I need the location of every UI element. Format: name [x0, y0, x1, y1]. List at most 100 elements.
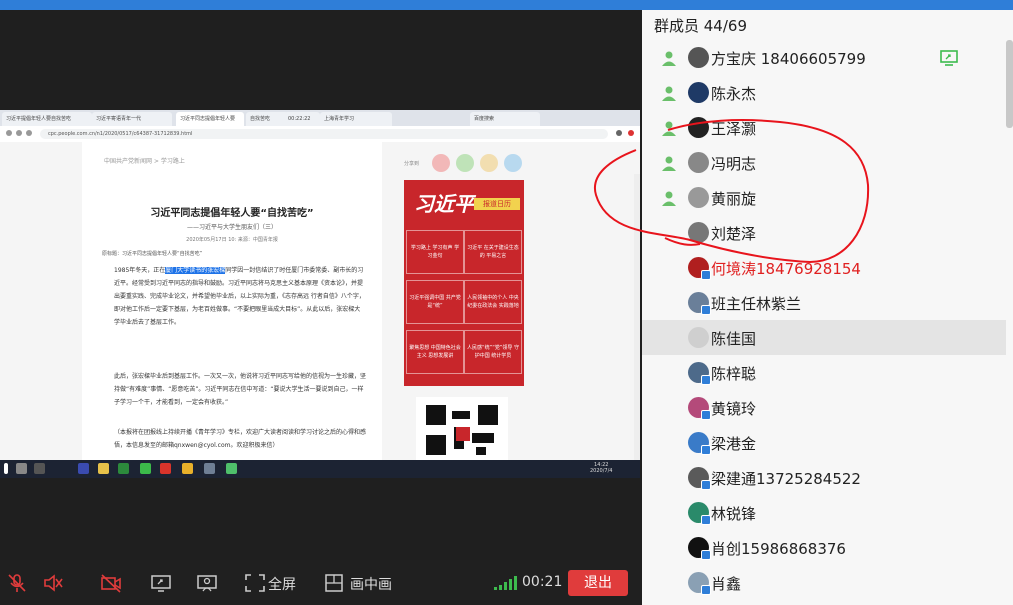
browser-tab[interactable]: 习近平提倡年轻人要自找苦吃 [2, 112, 92, 126]
para-text: 同学因一封信结识了时任厦门市委常委、副市长的习近平。经常受到习近平同志的指导和鼓… [114, 267, 365, 326]
member-row[interactable]: 肖鑫 [642, 565, 1006, 600]
member-count-title: 群成员 44/69 [654, 17, 747, 35]
banner-tag: 报道日历 [474, 198, 520, 210]
article-paragraph: （本报将在团报线上持续开播《青年学习》专栏，欢迎广大读者阅读和学习讨论之后的心得… [114, 429, 366, 449]
article-subtitle: ——习近平与大学生朋友们（三） [186, 224, 277, 231]
member-name: 黄丽旋 [711, 190, 757, 208]
feature-banner[interactable]: 习近平 报道日历 学习路上 学习有声 学习金句 习近平 在关于建设生态的 平易之… [404, 180, 524, 386]
wechat-icon[interactable] [456, 154, 474, 172]
member-row[interactable]: 梁建通13725284522 [642, 460, 1006, 495]
member-row[interactable]: 冯明志 [642, 145, 1006, 180]
member-name: 黄镜玲 [711, 400, 757, 418]
account-icon[interactable] [616, 130, 622, 136]
forward-icon[interactable] [16, 130, 22, 136]
exit-button[interactable]: 退出 [568, 570, 628, 596]
avatar [688, 47, 709, 68]
taskbar-clock: 14:22 2020/7/4 [590, 462, 613, 474]
banner-link[interactable]: 习近平 在关于建设生态的 平易之言 [464, 230, 522, 274]
meeting-timer: 00:21 [522, 574, 563, 590]
banner-link[interactable]: 人民领袖中的个人 中央纪委在政法会 实践落地 [464, 280, 522, 324]
speaker-muted-icon[interactable] [42, 573, 64, 593]
share-icon[interactable] [504, 154, 522, 172]
article-meta: 2020年05月17日 10: 来源：中国青年报 [186, 237, 278, 243]
browser-tab-active[interactable]: 习近平同志提倡年轻人要 [176, 112, 244, 126]
member-person-icon [662, 86, 676, 101]
avatar [688, 82, 709, 103]
banner-link[interactable]: 学习路上 学习有声 学习金句 [406, 230, 464, 274]
search-icon [16, 463, 27, 474]
url-field[interactable]: cpc.people.com.cn/n1/2020/0517/c64387-31… [40, 129, 608, 139]
web-page: 中国共产党新闻网 > 学习路上 习近平同志提倡年轻人要“自找苦吃” ——习近平与… [0, 142, 640, 478]
weibo-icon[interactable] [432, 154, 450, 172]
device-badge-icon [701, 515, 711, 525]
member-name: 方宝庆 18406605799 [711, 50, 866, 68]
camera-off-icon[interactable] [100, 573, 122, 593]
browser-tab[interactable]: 百度搜索 [470, 112, 540, 126]
fullscreen-icon[interactable] [244, 573, 266, 593]
browser-tab[interactable]: 上海青年学习 [320, 112, 392, 126]
app-icon [204, 463, 215, 474]
member-row[interactable]: 林锐锋 [642, 495, 1006, 530]
avatar [688, 152, 709, 173]
app-icon [226, 463, 237, 474]
banner-title: 习近平 [414, 192, 474, 216]
browser-tab-strip: 习近平提倡年轻人要自找苦吃 习近平寄语青年一代 习近平同志提倡年轻人要 自找苦吃… [0, 110, 640, 126]
member-row[interactable]: 刘楚泽 [642, 215, 1006, 250]
member-person-icon [662, 191, 676, 206]
extension-icon[interactable] [628, 130, 634, 136]
device-badge-icon [701, 550, 711, 560]
browser-tab[interactable]: 习近平寄语青年一代 [92, 112, 172, 126]
fullscreen-button[interactable]: 全屏 [268, 574, 296, 594]
device-badge-icon [701, 445, 711, 455]
presenter-icon[interactable] [196, 573, 218, 593]
member-row[interactable]: 陈永杰 [642, 75, 1006, 110]
member-panel: 群成员 44/69 方宝庆 18406605799 陈永杰王泽灏冯明志黄丽旋刘楚泽… [642, 10, 1013, 605]
sharing-screen-icon[interactable] [940, 50, 958, 66]
member-name: 林锐锋 [711, 505, 757, 523]
reload-icon[interactable] [26, 130, 32, 136]
member-name: 何境涛18476928154 [711, 260, 861, 278]
avatar [688, 117, 709, 138]
picture-in-picture-icon[interactable] [324, 573, 346, 593]
member-row[interactable]: 何境涛18476928154 [642, 250, 1006, 285]
back-icon[interactable] [6, 130, 12, 136]
share-bar: 分享到 [404, 154, 524, 174]
browser-tab[interactable]: 自找苦吃 [246, 112, 288, 126]
device-badge-icon [701, 375, 711, 385]
app-icon [160, 463, 171, 474]
avatar [688, 222, 709, 243]
member-row[interactable]: 黄丽旋 [642, 180, 1006, 215]
member-row[interactable]: 方宝庆 18406605799 [642, 40, 1006, 75]
browser-tab[interactable]: 00:22:22 [284, 112, 320, 126]
picture-in-picture-button[interactable]: 画中画 [350, 574, 392, 594]
qzone-icon[interactable] [480, 154, 498, 172]
member-row[interactable]: 梁港金 [642, 425, 1006, 460]
app-icon [118, 463, 129, 474]
device-badge-icon [701, 305, 711, 315]
browser-address-bar: cpc.people.com.cn/n1/2020/0517/c64387-31… [0, 126, 640, 143]
para-text: 1985年冬天，正在 [114, 267, 166, 274]
screen-share-icon[interactable] [150, 573, 172, 593]
member-row[interactable]: 王泽灏 [642, 110, 1006, 145]
member-row[interactable]: 班主任林紫兰 [642, 285, 1006, 320]
member-list-scrollbar[interactable] [1006, 40, 1013, 128]
member-name: 肖创15986868376 [711, 540, 846, 558]
banner-link[interactable]: 人民感“统”“党”领导 守护中国 统计学员 [464, 330, 522, 374]
article-source-line: 原标题：习近平同志提倡年轻人要“自找苦吃” [102, 251, 203, 257]
member-row[interactable]: 肖创15986868376 [642, 530, 1006, 565]
member-row[interactable]: 黄镜玲 [642, 390, 1006, 425]
banner-link[interactable]: 聚焦思想 中国特色社会主义 思想发展讲 [406, 330, 464, 374]
mic-muted-icon[interactable] [6, 573, 28, 593]
avatar [688, 187, 709, 208]
member-person-icon [662, 121, 676, 136]
banner-link[interactable]: 习近平强调中国 共产党是“统” [406, 280, 464, 324]
breadcrumb[interactable]: 中国共产党新闻网 > 学习路上 [104, 156, 185, 165]
member-row[interactable]: 陈佳国 [642, 320, 1006, 355]
member-row[interactable]: 陈梓聪 [642, 355, 1006, 390]
article-paragraph: 1985年冬天，正在厦门大学读书的张宏樑同学因一封信结识了时任厦门市委常委、副市… [114, 264, 366, 368]
device-badge-icon [701, 480, 711, 490]
page-scrollbar[interactable] [634, 174, 640, 478]
member-name: 王泽灏 [711, 120, 757, 138]
member-name: 梁港金 [711, 435, 757, 453]
avatar [688, 327, 709, 348]
